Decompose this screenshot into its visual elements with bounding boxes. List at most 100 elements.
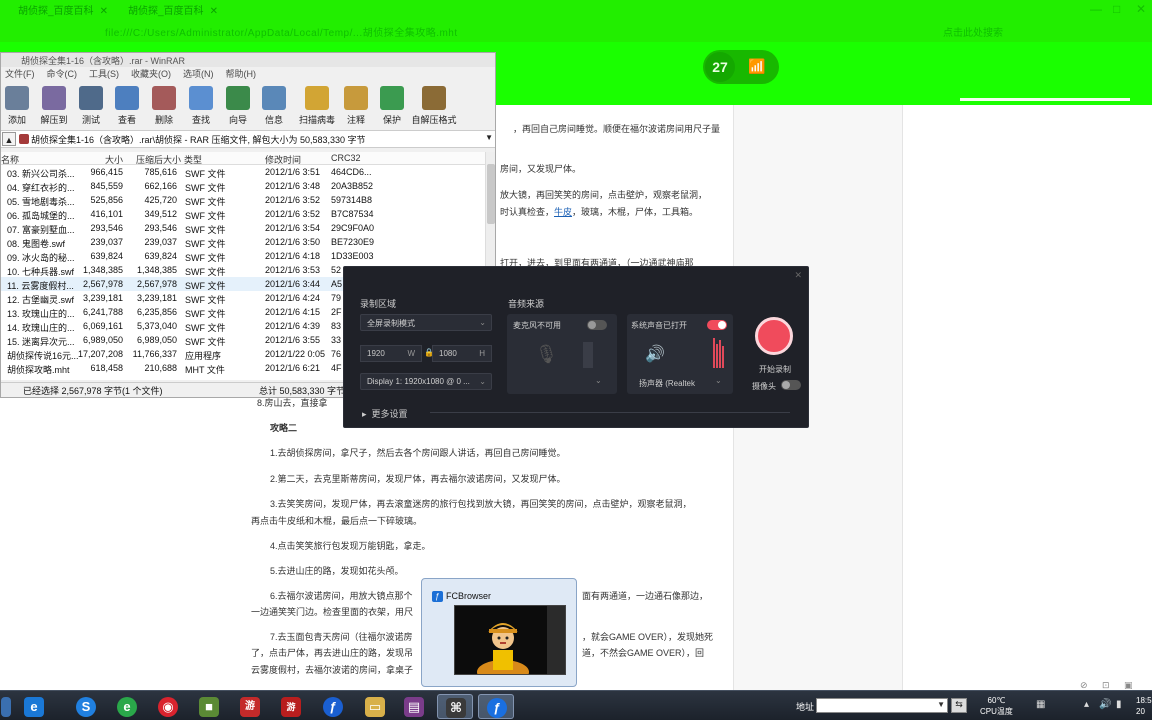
toolbar-label: 保护	[382, 115, 401, 125]
menu-item-help[interactable]: 帮助(H)	[226, 69, 257, 79]
test-button[interactable]: 测试	[71, 83, 111, 126]
table-cell: 2012/1/6 3:52	[265, 209, 321, 219]
protect-button[interactable]: 保护	[372, 83, 412, 126]
delete-button[interactable]: 删除	[144, 83, 184, 126]
menu-item-options[interactable]: 选项(N)	[183, 69, 214, 79]
path-bar[interactable]: ▲ 胡侦探全集1-16（含攻略）.rar\胡侦探 - RAR 压缩文件, 解包大…	[1, 130, 495, 148]
table-row[interactable]: 07. 富豪别墅血... 293,546 293,546 SWF 文件 2012/1/6…	[1, 221, 485, 235]
close-icon[interactable]: ✕	[100, 3, 108, 20]
table-row[interactable]: 08. 鬼图卷.swf 239,037 239,037 SWF 文件 2012/1/6 …	[1, 235, 485, 249]
volume-icon[interactable]: 🔊	[1099, 699, 1111, 710]
address-field[interactable]: ▼	[816, 698, 948, 713]
scan-button[interactable]: 扫描病毒	[297, 83, 337, 126]
go-button[interactable]: ⇆	[951, 698, 967, 713]
wizard-button[interactable]: 向导	[218, 83, 258, 126]
taskbar-thumbnail[interactable]: ƒ FCBrowser	[421, 578, 577, 687]
more-settings[interactable]: ▸ 更多设置	[362, 407, 408, 420]
game-icon[interactable]: 游	[232, 694, 268, 719]
recorder-panel[interactable]: ✕ 录制区域 音频来源 全屏录制模式 ⌄ 1920 W 🔒 1080 H Displa…	[343, 266, 809, 428]
scrollbar-thumb[interactable]	[487, 164, 495, 224]
table-cell: 2012/1/6 3:54	[265, 223, 321, 233]
menu-item-file[interactable]: 文件(F)	[5, 69, 35, 79]
start-button[interactable]	[0, 694, 14, 719]
tab-label: 胡侦探_百度百科	[18, 6, 94, 17]
find-button[interactable]: 查找	[181, 83, 221, 126]
search-field[interactable]: 点击此处搜索	[943, 24, 1003, 39]
chevron-up-icon[interactable]: ▴	[1084, 699, 1089, 710]
start-record-button[interactable]	[755, 317, 793, 355]
table-cell: 597314B8	[331, 195, 373, 205]
menu-item-tools[interactable]: 工具(S)	[89, 69, 119, 79]
extract-button[interactable]: 解压到	[34, 83, 74, 126]
chevron-down-icon[interactable]: ⌄	[715, 376, 722, 385]
article-text: 时认真检查，	[500, 207, 555, 217]
network-icon[interactable]: ▮	[1116, 699, 1122, 710]
height-field[interactable]: 1080 H	[432, 345, 492, 362]
view-button[interactable]: 查看	[107, 83, 147, 126]
clock[interactable]: 18:5 20	[1136, 695, 1152, 717]
table-cell: 464CD6...	[331, 167, 372, 177]
sfx-button[interactable]: 自解压格式	[409, 83, 459, 126]
winrar-icon[interactable]: ▤	[396, 694, 432, 719]
game-launcher-icon[interactable]: 游	[273, 694, 309, 719]
tray-icon[interactable]: ⊘	[1080, 680, 1088, 691]
audio-source-title: 音频来源	[508, 299, 545, 309]
chevron-right-icon: ▸	[362, 409, 367, 419]
winrar-menu: 文件(F) 命令(C) 工具(S) 收藏夹(O) 选项(N) 帮助(H)	[1, 67, 495, 80]
chevron-down-icon[interactable]: ▼	[937, 700, 945, 709]
browser-tab-1[interactable]: 胡侦探_百度百科 ✕	[2, 3, 110, 20]
col-crc[interactable]: CRC32	[331, 153, 361, 163]
table-row[interactable]: 06. 孤岛城堡的... 416,101 349,512 SWF 文件 2012/1/6…	[1, 207, 485, 221]
record-mode-select[interactable]: 全屏录制模式 ⌄	[360, 314, 492, 331]
url-field[interactable]: file:///C:/Users/Administrator/AppData/L…	[105, 24, 458, 39]
ie-icon[interactable]: e	[16, 694, 52, 719]
chevron-down-icon[interactable]: ⌄	[595, 376, 602, 385]
table-cell: 76	[331, 349, 342, 359]
width-field[interactable]: 1920 W	[360, 345, 422, 362]
table-cell: 293,546	[144, 223, 177, 233]
display-select[interactable]: Display 1: 1920x1080 @ 0 ... ⌄	[360, 373, 492, 390]
tray-icon[interactable]: ⊡	[1102, 680, 1110, 691]
table-cell: 6,069,161	[82, 321, 123, 331]
fcbrowser-taskbar-icon[interactable]: ƒ	[478, 694, 514, 719]
menu-item-commands[interactable]: 命令(C)	[47, 69, 78, 79]
gamepad-icon[interactable]: ⌘	[437, 694, 473, 719]
keyboard-icon[interactable]: ▦	[1036, 699, 1045, 710]
address-bar[interactable]: file:///C:/Users/Administrator/AppData/L…	[0, 22, 1152, 42]
flash-icon[interactable]: ƒ	[315, 694, 351, 719]
table-row[interactable]: 09. 冰火岛的秘... 639,824 639,824 SWF 文件 2012/1/6…	[1, 249, 485, 263]
explorer-icon[interactable]: ▭	[357, 694, 393, 719]
article-link[interactable]: 牛皮	[554, 207, 572, 217]
speaker-device[interactable]: 扬声器 (Realtek	[639, 378, 695, 389]
speed-badge[interactable]: 27 📶	[703, 50, 779, 84]
mic-toggle[interactable]	[587, 320, 607, 330]
browser-tab-2[interactable]: 胡侦探_百度百科 ✕	[112, 3, 220, 20]
scan-icon	[305, 86, 329, 110]
table-cell: 5,373,040	[136, 321, 177, 331]
close-icon[interactable]: ✕	[210, 3, 218, 20]
clock-time: 18:5	[1136, 696, 1152, 705]
add-button[interactable]: 添加	[1, 83, 37, 126]
chevron-down-icon[interactable]: ▼	[485, 133, 493, 142]
info-button[interactable]: 信息	[254, 83, 294, 126]
minecraft-icon[interactable]: ■	[191, 694, 227, 719]
comment-button[interactable]: 注释	[336, 83, 376, 126]
table-row[interactable]: 04. 穿红衣衫的... 845,559 662,166 SWF 文件 2012/1/6…	[1, 179, 485, 193]
tray-icon[interactable]: ▣	[1124, 680, 1133, 691]
close-window-icon[interactable]: ✕	[1136, 2, 1146, 16]
toolbar-label: 注释	[346, 115, 365, 125]
camera-toggle[interactable]	[781, 380, 801, 390]
system-audio-toggle[interactable]	[707, 320, 727, 330]
close-icon[interactable]: ✕	[794, 270, 802, 281]
netease-music-icon[interactable]: ◉	[150, 694, 186, 719]
menu-item-favorites[interactable]: 收藏夹(O)	[131, 69, 171, 79]
minimize-icon[interactable]: —	[1090, 2, 1102, 16]
table-row[interactable]: 05. 雪地剧毒杀... 525,856 425,720 SWF 文件 2012/1/6…	[1, 193, 485, 207]
sogou-icon[interactable]: S	[68, 694, 104, 719]
table-cell: 639,824	[144, 251, 177, 261]
game-preview-image[interactable]	[454, 605, 566, 675]
maximize-icon[interactable]: □	[1113, 2, 1120, 16]
table-row[interactable]: 03. 新兴公司杀... 966,415 785,616 SWF 文件 2012/1/6…	[1, 165, 485, 179]
browser-360-icon[interactable]: e	[109, 694, 145, 719]
up-folder-button[interactable]: ▲	[2, 132, 16, 146]
